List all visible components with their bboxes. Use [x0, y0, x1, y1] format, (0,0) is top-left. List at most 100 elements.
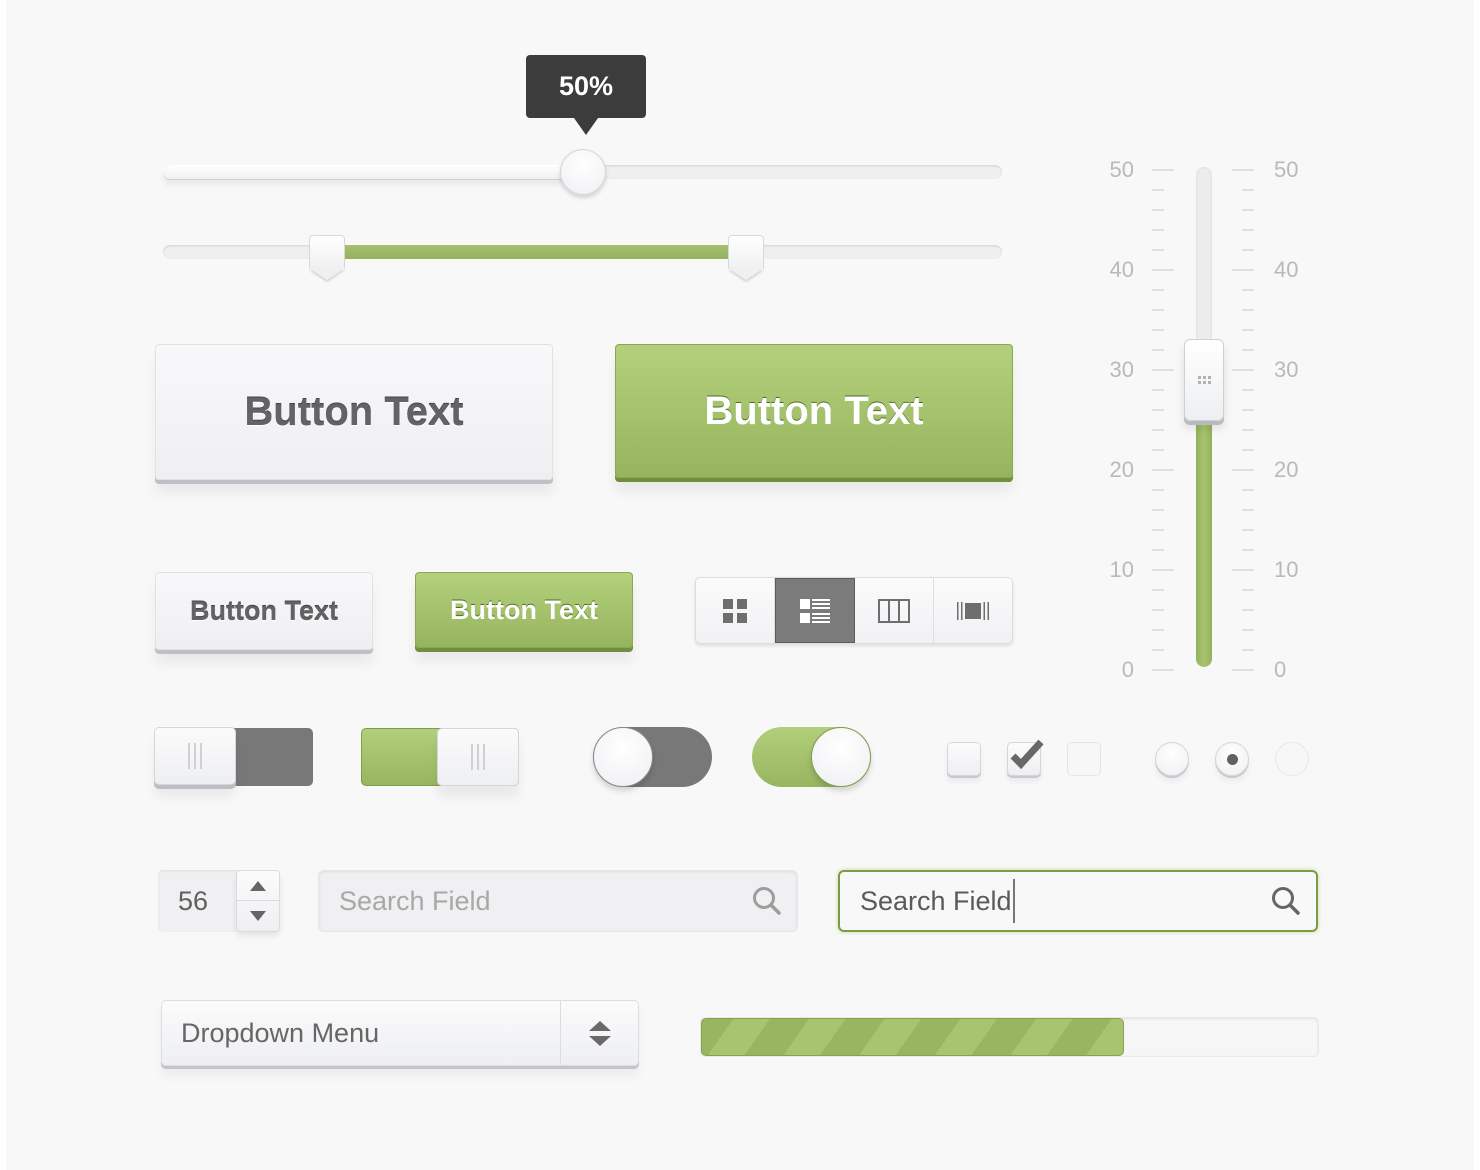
small-primary-button[interactable]: Button Text — [415, 572, 633, 648]
minor-tick — [1152, 549, 1164, 551]
vertical-slider-thumb[interactable] — [1184, 339, 1224, 421]
slider-tooltip: 50% — [526, 55, 646, 135]
range-fill — [326, 245, 747, 259]
minor-tick — [1152, 529, 1164, 531]
major-tick — [1232, 569, 1254, 571]
round-toggle-off[interactable] — [593, 727, 712, 787]
minor-tick — [1152, 229, 1164, 231]
minor-tick — [1152, 489, 1164, 491]
columns-icon — [878, 598, 910, 623]
toggle-switch-on[interactable] — [361, 728, 519, 786]
slider-fill — [163, 165, 583, 179]
minor-tick — [1242, 309, 1254, 311]
scale-label: 50 — [1109, 157, 1134, 182]
list-icon — [800, 598, 830, 623]
major-tick — [1232, 169, 1254, 171]
slider-thumb[interactable] — [559, 149, 606, 195]
scale-label: 10 — [1109, 557, 1134, 582]
range-handle-low[interactable] — [308, 235, 345, 269]
radio-selected[interactable] — [1215, 742, 1249, 776]
major-tick — [1152, 169, 1174, 171]
scale-label: 40 — [1274, 257, 1299, 282]
minor-tick — [1242, 629, 1254, 631]
minor-tick — [1152, 449, 1164, 451]
scale-label: 10 — [1274, 557, 1299, 582]
small-default-button[interactable]: Button Text — [155, 572, 373, 650]
search-field-focused: Search Field — [838, 870, 1318, 932]
minor-tick — [1152, 509, 1164, 511]
stepper-buttons — [236, 870, 280, 932]
minor-tick — [1152, 629, 1164, 631]
view-coverflow-button[interactable] — [934, 578, 1012, 643]
minor-tick — [1152, 389, 1164, 391]
triangle-down-icon — [250, 911, 266, 921]
checkbox-disabled[interactable] — [1067, 742, 1101, 776]
minor-tick — [1242, 589, 1254, 591]
round-toggle-on[interactable] — [752, 727, 871, 787]
vertical-slider-fill — [1196, 380, 1212, 667]
range-slider[interactable] — [163, 235, 1002, 269]
minor-tick — [1242, 289, 1254, 291]
chevron-down-icon — [588, 1035, 611, 1046]
ui-kit-panel: 50% Button Text Button Text Button Text … — [6, 0, 1474, 1170]
checkbox-checked[interactable] — [1007, 739, 1044, 776]
minor-tick — [1152, 349, 1164, 351]
major-tick — [1232, 269, 1254, 271]
major-tick — [1152, 369, 1174, 371]
search-icon[interactable] — [737, 885, 797, 917]
coverflow-icon — [957, 601, 989, 620]
scale-label: 0 — [1274, 657, 1287, 682]
dropdown-menu[interactable]: Dropdown Menu — [161, 1000, 639, 1066]
minor-tick — [1242, 549, 1254, 551]
view-switcher — [695, 577, 1013, 644]
minor-tick — [1242, 529, 1254, 531]
progress-fill — [701, 1018, 1124, 1056]
minor-tick — [1242, 229, 1254, 231]
value-slider[interactable] — [163, 149, 1002, 195]
toggle-knob — [811, 727, 871, 787]
scale-label: 20 — [1109, 457, 1134, 482]
search-field — [318, 870, 798, 932]
major-tick — [1232, 469, 1254, 471]
minor-tick — [1242, 189, 1254, 191]
minor-tick — [1242, 349, 1254, 351]
view-columns-button[interactable] — [855, 578, 934, 643]
minor-tick — [1152, 289, 1164, 291]
minor-tick — [1152, 329, 1164, 331]
chevron-up-icon — [588, 1020, 611, 1031]
major-tick — [1152, 669, 1174, 671]
stepper-increment-button[interactable] — [237, 871, 279, 901]
toggle-knob — [154, 727, 236, 785]
major-tick — [1152, 269, 1174, 271]
minor-tick — [1152, 649, 1164, 651]
minor-tick — [1242, 509, 1254, 511]
search-input-focused[interactable]: Search Field — [860, 886, 1012, 917]
number-stepper: 56 — [158, 870, 280, 932]
minor-tick — [1242, 489, 1254, 491]
checkbox-unchecked[interactable] — [947, 742, 981, 776]
scale-label: 50 — [1274, 157, 1299, 182]
range-handle-high[interactable] — [728, 235, 765, 269]
minor-tick — [1152, 409, 1164, 411]
view-list-button[interactable] — [775, 578, 855, 643]
stepper-value[interactable]: 56 — [158, 870, 246, 932]
text-caret — [1012, 879, 1015, 923]
minor-tick — [1242, 449, 1254, 451]
toggle-knob — [437, 728, 519, 786]
toggle-switch-off[interactable] — [154, 727, 313, 786]
stepper-decrement-button[interactable] — [237, 901, 279, 931]
view-grid-button[interactable] — [696, 578, 775, 643]
large-default-button[interactable]: Button Text — [155, 344, 553, 480]
large-primary-button[interactable]: Button Text — [615, 344, 1013, 478]
dropdown-toggle[interactable] — [560, 1001, 638, 1065]
search-input[interactable] — [339, 885, 737, 917]
radio-dot — [1227, 754, 1238, 765]
radio-unselected[interactable] — [1155, 742, 1189, 776]
minor-tick — [1242, 209, 1254, 211]
radio-disabled[interactable] — [1275, 742, 1309, 776]
minor-tick — [1152, 429, 1164, 431]
minor-tick — [1152, 589, 1164, 591]
search-icon[interactable] — [1256, 885, 1316, 917]
scale-label: 20 — [1274, 457, 1299, 482]
scale-label: 30 — [1274, 357, 1299, 382]
